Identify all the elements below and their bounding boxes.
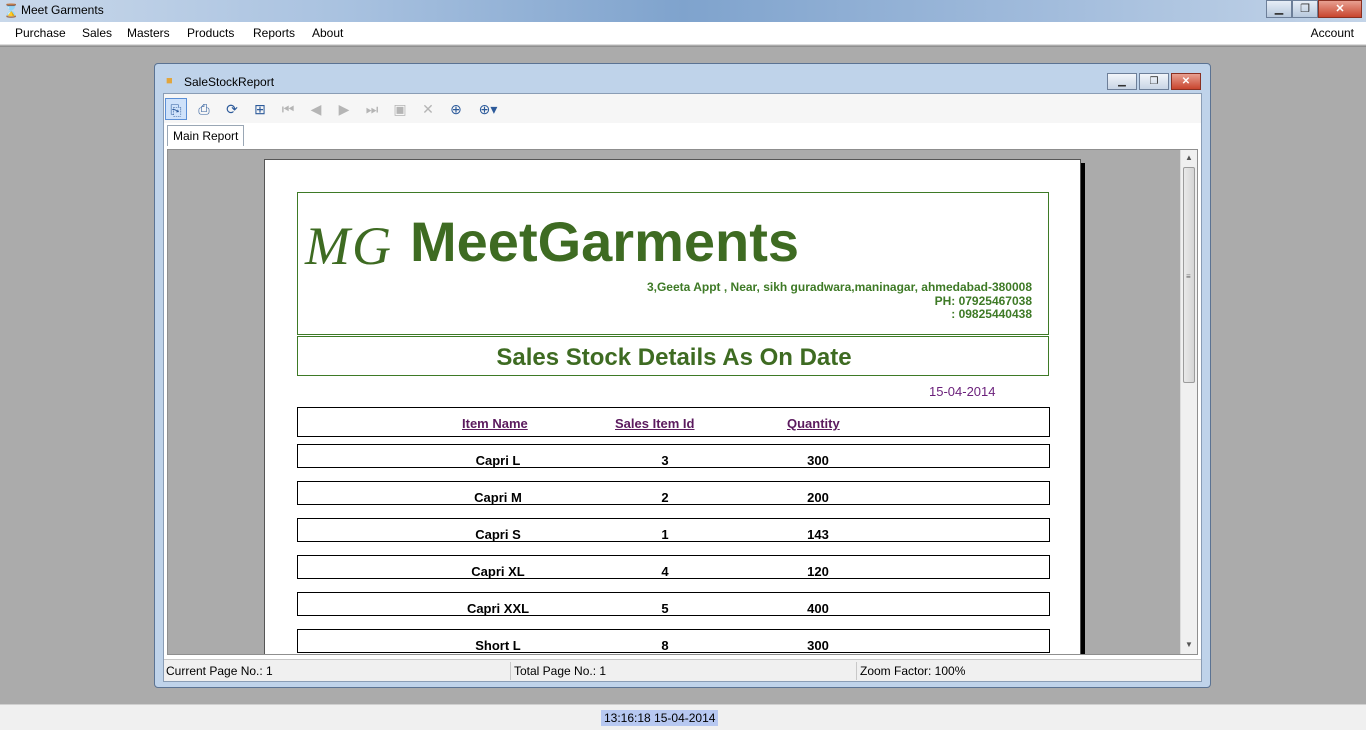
company-address: 3,Geeta Appt , Near, sikh guradwara,mani… [646, 280, 1032, 294]
item-name-cell: Short L [475, 638, 521, 653]
child-window-title: SaleStockReport [184, 75, 275, 89]
export-icon[interactable]: ⎘ [165, 98, 187, 120]
maximize-button[interactable]: ❐ [1292, 0, 1318, 18]
menu-bar: Purchase Sales Masters Products Reports … [0, 22, 1366, 45]
item-name-cell: Capri XXL [466, 601, 530, 616]
table-row: Capri M 2 200 [297, 481, 1050, 505]
current-page-status: Current Page No.: 1 [166, 664, 273, 678]
child-window-controls: ▁ ❐ ✕ [1105, 73, 1201, 90]
column-quantity: Quantity [787, 416, 840, 431]
child-close-button[interactable]: ✕ [1171, 73, 1201, 90]
sales-item-id-cell: 4 [661, 564, 669, 579]
item-name-cell: Capri M [474, 490, 522, 505]
item-name-cell: Capri L [475, 453, 521, 468]
hourglass-icon: ⌛ [3, 3, 20, 18]
quantity-cell: 300 [807, 453, 829, 468]
company-logo: MG [305, 216, 393, 276]
first-page-icon[interactable]: ⏮ [277, 98, 299, 120]
app-title: Meet Garments [21, 3, 104, 17]
zoom-factor-status: Zoom Factor: 100% [860, 664, 966, 678]
child-maximize-button[interactable]: ❐ [1139, 73, 1169, 90]
menu-products[interactable]: Products [187, 26, 234, 40]
window-icon: ■ [166, 75, 173, 87]
quantity-cell: 400 [807, 601, 829, 616]
app-status-bar: 13:16:18 15-04-2014 [0, 704, 1366, 730]
sales-item-id-cell: 5 [661, 601, 669, 616]
app-title-bar: ⌛ Meet Garments ▁ ❐ ✕ [0, 0, 1366, 22]
company-name: MeetGarments [410, 210, 800, 273]
report-header: MG MeetGarments 3,Geeta Appt , Near, sik… [297, 192, 1049, 335]
table-row: Capri S 1 143 [297, 518, 1050, 542]
sales-item-id-cell: 2 [661, 490, 669, 505]
tab-main-report[interactable]: Main Report [167, 125, 245, 146]
child-minimize-button[interactable]: ▁ [1107, 73, 1137, 90]
scroll-thumb[interactable]: ≡ [1183, 167, 1195, 383]
total-page-status: Total Page No.: 1 [514, 664, 607, 678]
report-canvas: MG MeetGarments 3,Geeta Appt , Near, sik… [167, 149, 1198, 655]
grip-icon: ≡ [1186, 272, 1191, 281]
menu-sales[interactable]: Sales [82, 26, 112, 40]
column-sales-item-id: Sales Item Id [615, 416, 695, 431]
close-button[interactable]: ✕ [1318, 0, 1362, 18]
menu-masters[interactable]: Masters [127, 26, 170, 40]
zoom-icon[interactable]: ⊕▾ [473, 98, 503, 120]
column-item-name: Item Name [462, 416, 528, 431]
menu-purchase[interactable]: Purchase [15, 26, 66, 40]
vertical-scrollbar[interactable]: ▲ ≡ ▼ [1180, 150, 1197, 654]
previous-page-icon[interactable]: ◀ [305, 98, 327, 120]
company-address-block: 3,Geeta Appt , Near, sikh guradwara,mani… [646, 280, 1032, 322]
report-title-box: Sales Stock Details As On Date [297, 336, 1049, 376]
sales-item-id-cell: 1 [661, 527, 669, 542]
scroll-down-arrow-icon[interactable]: ▼ [1181, 637, 1197, 653]
window-controls: ▁ ❐ ✕ [1266, 0, 1362, 18]
stop-icon[interactable]: ✕ [417, 98, 439, 120]
quantity-cell: 143 [807, 527, 829, 542]
column-header-row: Item Name Sales Item Id Quantity [297, 407, 1050, 437]
sales-item-id-cell: 8 [661, 638, 669, 653]
item-name-cell: Capri S [475, 527, 521, 542]
refresh-icon[interactable]: ⟳ [221, 98, 243, 120]
quantity-cell: 120 [807, 564, 829, 579]
next-page-icon[interactable]: ▶ [333, 98, 355, 120]
last-page-icon[interactable]: ⏭ [361, 98, 383, 120]
menu-account[interactable]: Account [1311, 26, 1354, 40]
group-tree-icon[interactable]: ⊞ [249, 98, 271, 120]
table-row: Capri XL 4 120 [297, 555, 1050, 579]
item-name-cell: Capri XL [471, 564, 525, 579]
company-phone-1: PH: 07925467038 [934, 293, 1032, 308]
company-phone-2: : 09825440438 [951, 307, 1032, 321]
status-divider [856, 662, 857, 680]
quantity-cell: 200 [807, 490, 829, 505]
tab-strip: Main Report [164, 123, 1201, 146]
sale-stock-report-window: ■ SaleStockReport ▁ ❐ ✕ ⎘ ⎙ ⟳ ⊞ ⏮ ◀ ▶ ⏭ … [154, 63, 1211, 688]
clock-display: 13:16:18 15-04-2014 [601, 710, 719, 726]
table-row: Capri L 3 300 [297, 444, 1050, 468]
quantity-cell: 300 [807, 638, 829, 653]
report-toolbar: ⎘ ⎙ ⟳ ⊞ ⏮ ◀ ▶ ⏭ ▣ ✕ ⊕ ⊕▾ [164, 94, 1201, 123]
report-page: MG MeetGarments 3,Geeta Appt , Near, sik… [264, 159, 1081, 654]
table-row: Capri XXL 5 400 [297, 592, 1050, 616]
menu-about[interactable]: About [312, 26, 343, 40]
minimize-button[interactable]: ▁ [1266, 0, 1292, 18]
status-divider [510, 662, 511, 680]
viewer-status-bar: Current Page No.: 1 Total Page No.: 1 Zo… [164, 659, 1201, 681]
goto-page-icon[interactable]: ▣ [389, 98, 411, 120]
report-title: Sales Stock Details As On Date [496, 344, 852, 371]
print-icon[interactable]: ⎙ [193, 98, 215, 120]
scroll-up-arrow-icon[interactable]: ▲ [1181, 150, 1197, 166]
table-row: Short L 8 300 [297, 629, 1050, 653]
sales-item-id-cell: 3 [661, 453, 669, 468]
menu-reports[interactable]: Reports [253, 26, 295, 40]
report-viewer: ⎘ ⎙ ⟳ ⊞ ⏮ ◀ ▶ ⏭ ▣ ✕ ⊕ ⊕▾ Main Report MG … [163, 93, 1202, 682]
report-date: 15-04-2014 [929, 384, 996, 399]
find-icon[interactable]: ⊕ [445, 98, 467, 120]
